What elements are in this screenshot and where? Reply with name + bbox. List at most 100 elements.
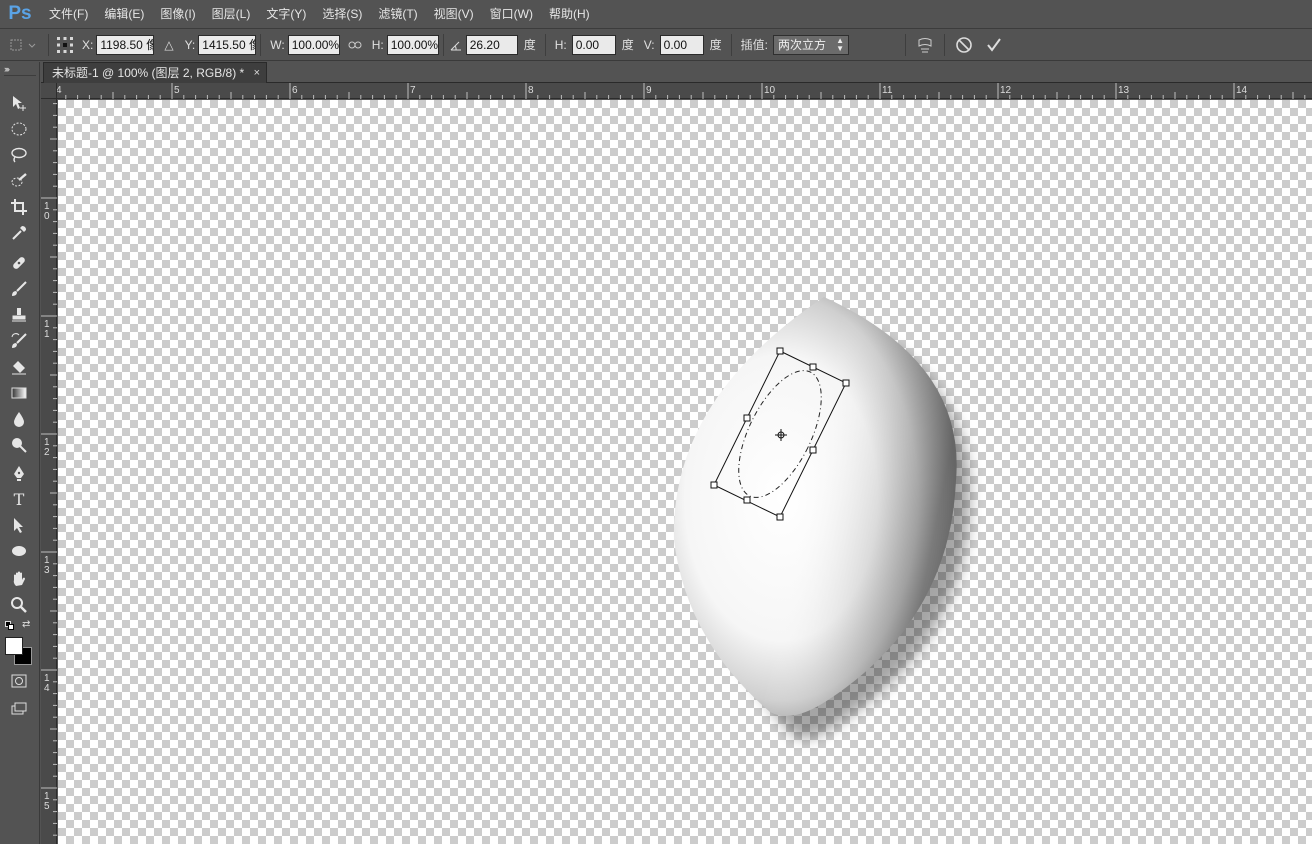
transform-handle-bottom-mid[interactable]: [743, 496, 751, 504]
brush-tool-icon[interactable]: [7, 278, 31, 300]
warp-mode-icon[interactable]: [916, 36, 934, 54]
close-tab-icon[interactable]: ×: [254, 63, 260, 84]
transform-handle-bottom[interactable]: [776, 513, 784, 521]
history-brush-tool-icon[interactable]: [7, 330, 31, 352]
zoom-tool-icon[interactable]: [7, 594, 31, 616]
svg-text:0: 0: [44, 211, 50, 222]
separator: [442, 33, 444, 56]
document-tab[interactable]: 未标题-1 @ 100% (图层 2, RGB/8) * ×: [43, 62, 267, 83]
interpolation-select[interactable]: 两次立方 ▲ ▼: [773, 34, 850, 55]
separator: [48, 33, 49, 56]
menu-item[interactable]: 编辑(E): [96, 0, 152, 28]
quick-selection-tool-icon[interactable]: [7, 170, 31, 192]
separator: [544, 33, 546, 56]
screen-mode-icon[interactable]: [7, 698, 31, 720]
transform-handle-left-mid[interactable]: [743, 414, 751, 422]
menu-item[interactable]: 帮助(H): [541, 0, 598, 28]
crop-tool-icon[interactable]: [7, 196, 31, 218]
transform-handle-left[interactable]: [710, 481, 718, 489]
transform-handle-right[interactable]: [842, 379, 850, 387]
separator: [260, 33, 262, 56]
angle-icon: [450, 39, 462, 51]
svg-text:5: 5: [44, 801, 50, 812]
menu-bar: Ps 文件(F) 编辑(E) 图像(I) 图层(L) 文字(Y) 选择(S) 滤镜(T) 视图…: [0, 0, 1312, 28]
hskew-unit: 度: [621, 38, 634, 52]
eyedropper-tool-icon[interactable]: [7, 222, 31, 244]
menu-item[interactable]: 滤镜(T): [370, 0, 425, 28]
panel-collapse-icon[interactable]: »: [4, 64, 9, 74]
ruler-origin[interactable]: [41, 83, 57, 99]
options-bar: X: 1198.50 像 △ Y: 1415.50 像 W: 100.00% H…: [0, 28, 1312, 61]
swap-colors-icon[interactable]: ⇄: [22, 619, 30, 630]
foreground-color-swatch[interactable]: [5, 637, 23, 655]
gradient-tool-icon[interactable]: [7, 382, 31, 404]
rotation-angle-input[interactable]: 26.20: [465, 34, 518, 55]
separator: [944, 33, 946, 56]
eraser-tool-icon[interactable]: [7, 356, 31, 378]
vertical-ruler[interactable]: 101112131415: [41, 99, 57, 844]
ruler-label: 13: [44, 555, 50, 576]
interpolation-value: 两次立方: [778, 37, 827, 52]
svg-text:4: 4: [44, 683, 50, 694]
separator: [730, 33, 732, 56]
blur-tool-icon[interactable]: [7, 408, 31, 430]
width-label: W:: [270, 37, 285, 52]
quick-mask-icon[interactable]: [7, 670, 31, 692]
width-input[interactable]: 100.00%: [287, 34, 340, 55]
ruler-label: 10: [44, 201, 50, 222]
height-label: H:: [371, 37, 384, 52]
ruler-label: 5: [174, 85, 180, 96]
menu-item[interactable]: 文字(Y): [258, 0, 314, 28]
document-tab-bar: » 未标题-1 @ 100% (图层 2, RGB/8) * ×: [4, 62, 1312, 83]
transform-handle-top-mid[interactable]: [809, 363, 817, 371]
healing-brush-tool-icon[interactable]: [7, 252, 31, 274]
vskew-label: V:: [643, 37, 655, 52]
vertical-skew-input[interactable]: 0.00: [659, 34, 704, 55]
menu-item[interactable]: 图层(L): [204, 0, 259, 28]
ruler-label: 12: [44, 437, 50, 458]
menu-item[interactable]: 选择(S): [314, 0, 370, 28]
link-icon[interactable]: [348, 40, 362, 50]
svg-text:1: 1: [44, 329, 50, 340]
path-selection-tool-icon[interactable]: [7, 514, 31, 536]
ruler-label: 12: [1000, 85, 1012, 96]
delta-icon[interactable]: △: [164, 38, 173, 52]
horizontal-ruler[interactable]: 4 5 6 7 8 9 10 11 12 13 14: [57, 83, 1312, 99]
commit-transform-icon[interactable]: [985, 36, 1003, 54]
dodge-tool-icon[interactable]: [7, 434, 31, 456]
horizontal-skew-input[interactable]: 0.00: [571, 34, 616, 55]
menu-item[interactable]: 窗口(W): [482, 0, 541, 28]
cancel-transform-icon[interactable]: [955, 36, 973, 54]
pen-tool-icon[interactable]: [7, 462, 31, 484]
menu-item[interactable]: 图像(I): [152, 0, 203, 28]
ruler-label: 14: [44, 673, 50, 694]
y-label: Y:: [184, 37, 196, 52]
hand-tool-icon[interactable]: [7, 568, 31, 590]
menu-item[interactable]: 视图(V): [426, 0, 482, 28]
lasso-tool-icon[interactable]: [7, 144, 31, 166]
svg-text:3: 3: [44, 565, 50, 576]
reference-point-icon[interactable]: [53, 34, 77, 56]
separator: [905, 33, 907, 56]
ruler-label: 8: [528, 85, 534, 96]
ruler-label: 6: [292, 85, 298, 96]
marquee-tool-icon[interactable]: [7, 118, 31, 140]
default-colors-icon[interactable]: [5, 620, 15, 634]
clone-stamp-tool-icon[interactable]: [7, 304, 31, 326]
stepper-icon: ▲ ▼: [836, 35, 845, 53]
y-position-input[interactable]: 1415.50 像: [198, 34, 257, 55]
document-canvas[interactable]: [58, 100, 1312, 844]
hskew-label: H:: [554, 37, 567, 52]
transform-handle-top[interactable]: [776, 347, 784, 355]
transform-handle-right-mid[interactable]: [809, 446, 817, 454]
height-input[interactable]: 100.00%: [386, 34, 439, 55]
menu-item[interactable]: 文件(F): [41, 0, 96, 28]
x-position-input[interactable]: 1198.50 像: [96, 34, 155, 55]
ruler-label: 11: [882, 85, 893, 96]
move-tool-icon[interactable]: [7, 92, 31, 114]
transform-tool-icon[interactable]: [0, 37, 44, 53]
ellipse-tool-icon[interactable]: [7, 540, 31, 562]
interpolation-label: 插值:: [740, 38, 769, 52]
type-tool-icon[interactable]: T: [7, 488, 31, 510]
photoshop-logo: Ps: [8, 3, 32, 24]
